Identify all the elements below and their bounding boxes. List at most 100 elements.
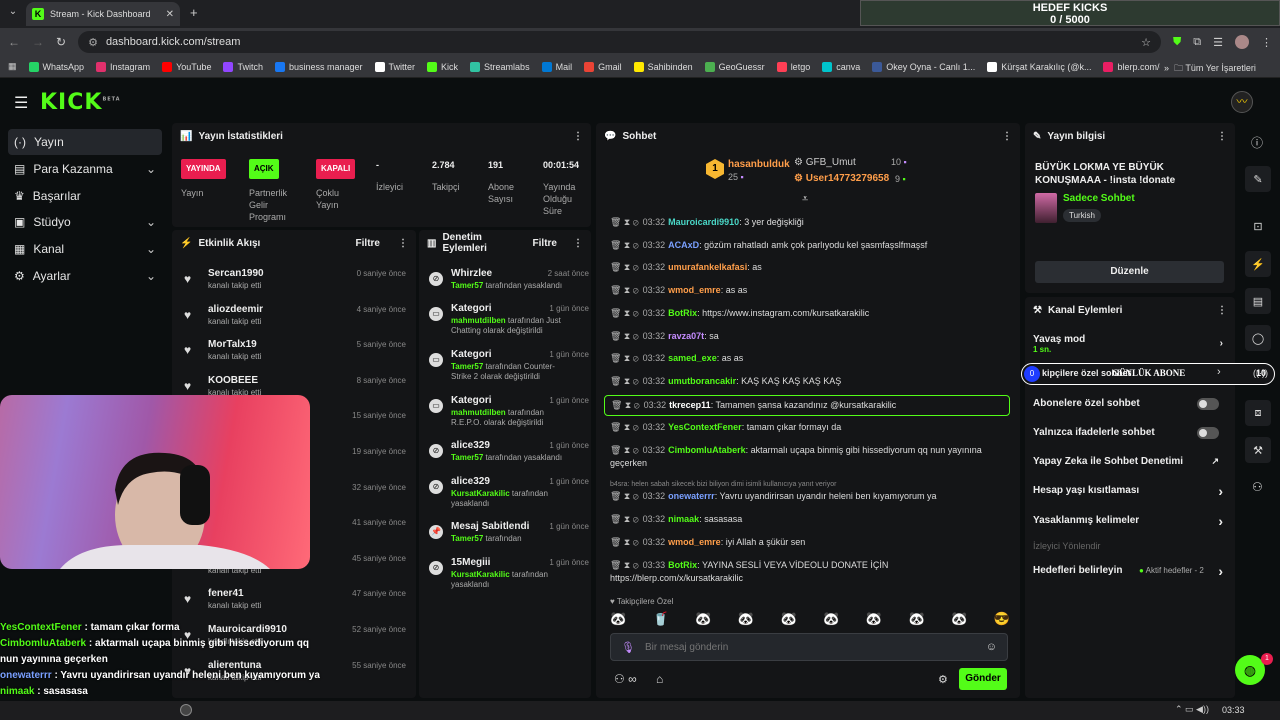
- emotes-chat-toggle[interactable]: [1197, 427, 1219, 439]
- chat-settings-icon[interactable]: ⚙: [938, 673, 948, 686]
- audio-rail-icon[interactable]: ((·)): [1253, 368, 1268, 378]
- emote-icon[interactable]: 🐼: [781, 611, 797, 629]
- emotes-chat-row[interactable]: Yalnızca ifadelerle sohbet: [1033, 427, 1229, 439]
- ai-mod-row[interactable]: Yapay Zeka ile Sohbet Denetimi ↗: [1033, 456, 1229, 467]
- more-options-icon[interactable]: ⋮: [573, 238, 583, 249]
- bookmark-item[interactable]: Kick: [427, 61, 458, 72]
- bookmark-item[interactable]: Mail: [541, 61, 572, 72]
- moderator-name[interactable]: Tamer57: [451, 362, 483, 371]
- tools-rail-icon[interactable]: ⚒: [1245, 437, 1271, 463]
- shield-icon[interactable]: ⛊: [1173, 36, 1181, 49]
- bookmark-item[interactable]: Sahibinden: [633, 61, 693, 72]
- info-icon[interactable]: ⓘ: [1251, 134, 1263, 151]
- bookmark-star-icon[interactable]: ☆: [1141, 36, 1151, 49]
- top-gifter-name[interactable]: hasanbulduk: [728, 159, 790, 170]
- message-username[interactable]: CimbomluAtaberk: [668, 445, 746, 455]
- menu-lines-icon[interactable]: ☰: [1213, 36, 1223, 49]
- message-username[interactable]: umutborancakir: [668, 376, 736, 386]
- message-username[interactable]: ravza07t: [668, 331, 704, 341]
- site-info-icon[interactable]: ⚙: [88, 36, 98, 49]
- mod-tools-icon[interactable]: 🗑 ⧗ ⊘: [610, 491, 639, 501]
- event-username[interactable]: aliozdeemir: [208, 304, 263, 315]
- mod-tools-icon[interactable]: 🗑 ⧗ ⊘: [610, 240, 639, 250]
- message-username[interactable]: umurafankelkafasi: [668, 262, 747, 272]
- emote-icon[interactable]: 🐼: [908, 611, 924, 629]
- mod-tools-icon[interactable]: 🗑 ⧗ ⊘: [610, 376, 639, 386]
- gifter-2[interactable]: ⚙ GFB_Umut: [794, 157, 856, 168]
- mic-icon[interactable]: 🎙: [621, 641, 635, 654]
- user-avatar[interactable]: 〰: [1231, 91, 1253, 113]
- reload-icon[interactable]: ↻: [56, 35, 66, 49]
- message-username[interactable]: YesContextFener: [668, 422, 742, 432]
- capture-icon[interactable]: ⊡: [1245, 213, 1271, 239]
- more-options-icon[interactable]: ⋮: [1217, 305, 1227, 316]
- mod-tools-icon[interactable]: 🗑 ⧗ ⊘: [610, 353, 639, 363]
- moderator-name[interactable]: Tamer57: [451, 534, 483, 543]
- message-username[interactable]: wmod_emre: [668, 285, 721, 295]
- forward-icon[interactable]: →: [32, 35, 44, 49]
- collapse-icon[interactable]: ⩡: [802, 193, 808, 206]
- bookmark-item[interactable]: Gmail: [584, 61, 622, 72]
- message-username[interactable]: onewaterrr: [668, 491, 715, 501]
- mod-tools-icon[interactable]: 🗑 ⧗ ⊘: [610, 262, 639, 272]
- moderator-name[interactable]: mahmutdilben: [451, 408, 506, 417]
- age-restrict-row[interactable]: Hesap yaşı kısıtlaması ›: [1033, 483, 1229, 499]
- hamburger-menu-icon[interactable]: ☰: [14, 93, 28, 113]
- sidebar-item-studio[interactable]: ▣ Stüdyo ⌄: [8, 209, 162, 235]
- message-username[interactable]: ACAxD: [668, 240, 699, 250]
- kick-logo[interactable]: KICKBETA: [40, 90, 121, 115]
- sidebar-item-monetization[interactable]: ▤ Para Kazanma ⌄: [8, 156, 162, 182]
- mod-tools-icon[interactable]: 🗑 ⧗ ⊘: [610, 308, 639, 318]
- moderator-name[interactable]: Tamer57: [451, 453, 483, 462]
- emote-icon[interactable]: 🐼: [823, 611, 839, 629]
- sidebar-item-achievements[interactable]: ♛ Başarılar: [8, 183, 162, 209]
- gifter-3[interactable]: ⚙ User14773279658: [794, 173, 889, 184]
- moderator-name[interactable]: mahmutdilben: [451, 316, 506, 325]
- chevron-right-icon[interactable]: ›: [1217, 366, 1221, 378]
- emote-icon[interactable]: 🐼: [866, 611, 882, 629]
- users-rail-icon[interactable]: ⚇: [1252, 480, 1263, 494]
- bookmark-item[interactable]: business manager: [274, 61, 363, 72]
- moderator-name[interactable]: KursatKarakilic: [451, 570, 510, 579]
- send-button[interactable]: Gönder: [959, 668, 1007, 690]
- mod-tools-icon[interactable]: 🗑 ⧗ ⊘: [610, 422, 639, 432]
- message-username[interactable]: nimaak: [668, 514, 699, 524]
- emoji-icon[interactable]: ☺: [986, 641, 997, 653]
- mod-tools-icon[interactable]: 🗑 ⧗ ⊘: [610, 445, 639, 455]
- bookmark-item[interactable]: YouTube: [162, 61, 211, 72]
- bookmark-item[interactable]: Twitter: [374, 61, 415, 72]
- extensions-icon[interactable]: ⧉: [1193, 36, 1201, 49]
- profile-avatar[interactable]: [1235, 35, 1249, 49]
- edit-rail-icon[interactable]: ✎: [1245, 166, 1271, 192]
- layers-rail-icon[interactable]: ⧈: [1245, 400, 1271, 426]
- apps-grid-icon[interactable]: ▦: [8, 61, 17, 72]
- filter-button[interactable]: Filtre: [533, 238, 557, 249]
- chat-input[interactable]: 🎙 ☺: [610, 633, 1008, 661]
- event-username[interactable]: KOOBEEE: [208, 375, 258, 386]
- banned-words-row[interactable]: Yasaklanmış kelimeler ›: [1033, 513, 1229, 529]
- mod-tools-icon[interactable]: 🗑 ⧗ ⊘: [610, 514, 639, 524]
- close-tab-icon[interactable]: ✕: [166, 9, 174, 20]
- all-bookmarks[interactable]: » 🗀 Tüm Yer İşaretleri: [1160, 61, 1260, 77]
- message-username[interactable]: Mauroicardi9910: [668, 217, 739, 227]
- bookmark-item[interactable]: canva: [822, 61, 860, 72]
- emote-icon[interactable]: 😎: [994, 611, 1010, 629]
- moderator-name[interactable]: Tamer57: [451, 281, 483, 290]
- more-options-icon[interactable]: ⋮: [398, 238, 408, 249]
- new-tab-icon[interactable]: +: [190, 5, 198, 20]
- mod-tools-icon[interactable]: 🗑 ⧗ ⊘: [610, 560, 639, 570]
- emote-icon[interactable]: 🐼: [738, 611, 754, 629]
- event-username[interactable]: fener41: [208, 588, 244, 599]
- category-link[interactable]: Sadece Sohbet: [1063, 193, 1135, 204]
- sidebar-item-settings[interactable]: ⚙ Ayarlar ⌄: [8, 263, 162, 289]
- goals-row[interactable]: Hedefleri belirleyin ● Aktif hedefler - 2…: [1033, 563, 1229, 579]
- browser-menu-icon[interactable]: ⋮: [1261, 36, 1272, 49]
- emote-icon[interactable]: 🐼: [610, 611, 626, 629]
- back-icon[interactable]: ←: [8, 35, 20, 49]
- mod-tools-icon[interactable]: 🗑 ⧗ ⊘: [610, 331, 639, 341]
- bookmark-item[interactable]: Okey Oyna - Canlı 1...: [872, 61, 975, 72]
- users-icon[interactable]: ⚇ ∞: [614, 672, 637, 686]
- url-field[interactable]: ⚙ dashboard.kick.com/stream ☆: [78, 31, 1162, 53]
- message-username[interactable]: wmod_emre: [668, 537, 721, 547]
- sidebar-item-stream[interactable]: (·) Yayın: [8, 129, 162, 155]
